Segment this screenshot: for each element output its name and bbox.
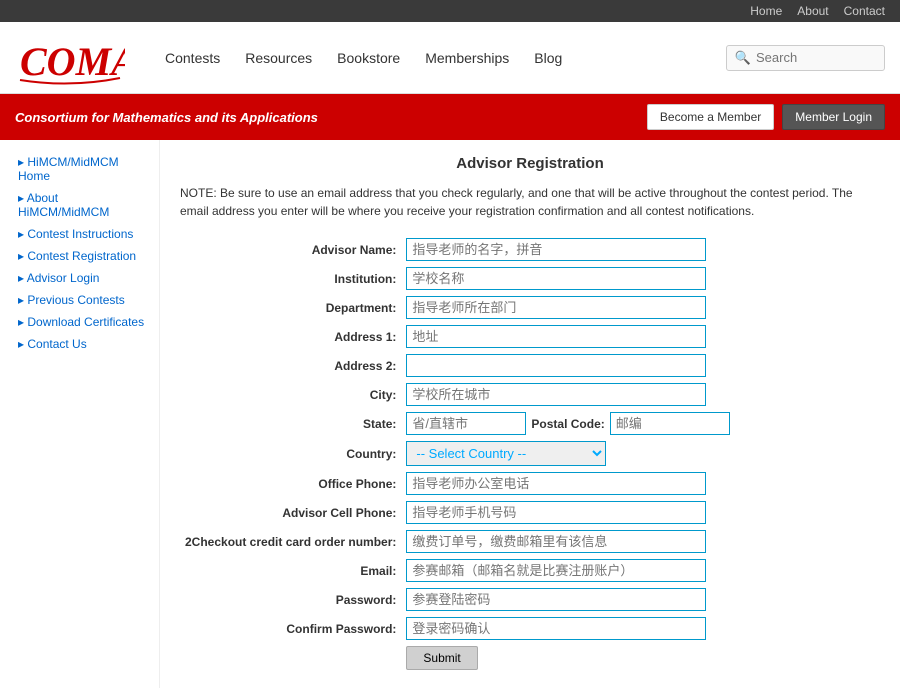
input-state[interactable] <box>406 412 526 435</box>
field-row-confirm-password: Confirm Password: <box>180 614 880 643</box>
cell-address2 <box>401 351 880 380</box>
label-advisor-name: Advisor Name: <box>180 235 401 264</box>
label-city: City: <box>180 380 401 409</box>
label-country: Country: <box>180 438 401 469</box>
sidebar-item-contest-registration[interactable]: Contest Registration <box>10 249 149 263</box>
search-box: 🔍 <box>726 45 885 71</box>
label-office-phone: Office Phone: <box>180 469 401 498</box>
nav-links: Contests Resources Bookstore Memberships… <box>165 50 706 66</box>
svg-text:COMAP: COMAP <box>20 39 125 84</box>
field-row-institution: Institution: <box>180 264 880 293</box>
search-input[interactable] <box>756 50 876 65</box>
sidebar-item-advisor-login[interactable]: Advisor Login <box>10 271 149 285</box>
sidebar-item-download-certificates[interactable]: Download Certificates <box>10 315 149 329</box>
cell-email <box>401 556 880 585</box>
cell-advisor-name <box>401 235 880 264</box>
field-row-email: Email: <box>180 556 880 585</box>
field-row-cell-phone: Advisor Cell Phone: <box>180 498 880 527</box>
banner-buttons: Become a Member Member Login <box>647 104 885 130</box>
registration-form: Advisor Name: Institution: Department: <box>180 235 880 673</box>
submit-cell: Submit <box>401 643 880 673</box>
label-department: Department: <box>180 293 401 322</box>
label-address1: Address 1: <box>180 322 401 351</box>
cell-institution <box>401 264 880 293</box>
input-city[interactable] <box>406 383 706 406</box>
comap-logo: COMAP <box>15 30 125 85</box>
cell-country: -- Select Country -- United States China… <box>401 438 880 469</box>
main-nav: COMAP Contests Resources Bookstore Membe… <box>0 22 900 94</box>
main-content: Advisor Registration NOTE: Be sure to us… <box>160 140 900 688</box>
field-row-state-postal: State: Postal Code: <box>180 409 880 438</box>
input-password[interactable] <box>406 588 706 611</box>
logo: COMAP <box>15 30 125 85</box>
sidebar-item-contest-instructions[interactable]: Contest Instructions <box>10 227 149 241</box>
field-row-country: Country: -- Select Country -- United Sta… <box>180 438 880 469</box>
cell-department <box>401 293 880 322</box>
cell-city <box>401 380 880 409</box>
field-row-address2: Address 2: <box>180 351 880 380</box>
input-address1[interactable] <box>406 325 706 348</box>
search-icon: 🔍 <box>735 50 751 66</box>
sidebar-item-about-himcm[interactable]: About HiMCM/MidMCM <box>10 191 149 219</box>
submit-label-spacer <box>180 643 401 673</box>
input-cell-phone[interactable] <box>406 501 706 524</box>
field-row-address1: Address 1: <box>180 322 880 351</box>
label-address2: Address 2: <box>180 351 401 380</box>
select-country[interactable]: -- Select Country -- United States China… <box>406 441 606 466</box>
input-department[interactable] <box>406 296 706 319</box>
label-checkout: 2Checkout credit card order number: <box>180 527 401 556</box>
nav-resources[interactable]: Resources <box>245 50 312 66</box>
input-office-phone[interactable] <box>406 472 706 495</box>
label-postal-code: Postal Code: <box>531 417 604 431</box>
label-confirm-password: Confirm Password: <box>180 614 401 643</box>
field-row-city: City: <box>180 380 880 409</box>
submit-row: Submit <box>180 643 880 673</box>
member-login-button[interactable]: Member Login <box>782 104 885 130</box>
nav-blog[interactable]: Blog <box>534 50 562 66</box>
input-checkout[interactable] <box>406 530 706 553</box>
input-postal-code[interactable] <box>610 412 730 435</box>
input-address2[interactable] <box>406 354 706 377</box>
cell-office-phone <box>401 469 880 498</box>
nav-memberships[interactable]: Memberships <box>425 50 509 66</box>
top-bar: Home About Contact <box>0 0 900 22</box>
label-institution: Institution: <box>180 264 401 293</box>
field-row-office-phone: Office Phone: <box>180 469 880 498</box>
cell-checkout <box>401 527 880 556</box>
content-area: HiMCM/MidMCM Home About HiMCM/MidMCM Con… <box>0 140 900 688</box>
input-advisor-name[interactable] <box>406 238 706 261</box>
top-nav-home[interactable]: Home <box>750 4 782 18</box>
sidebar-item-previous-contests[interactable]: Previous Contests <box>10 293 149 307</box>
submit-button[interactable]: Submit <box>406 646 477 670</box>
field-row-password: Password: <box>180 585 880 614</box>
top-nav-contact[interactable]: Contact <box>844 4 885 18</box>
become-member-button[interactable]: Become a Member <box>647 104 774 130</box>
sidebar-item-himcm-home[interactable]: HiMCM/MidMCM Home <box>10 155 149 183</box>
cell-confirm-password <box>401 614 880 643</box>
cell-state-postal: Postal Code: <box>401 409 880 438</box>
label-email: Email: <box>180 556 401 585</box>
top-nav-about[interactable]: About <box>797 4 828 18</box>
input-institution[interactable] <box>406 267 706 290</box>
nav-bookstore[interactable]: Bookstore <box>337 50 400 66</box>
field-row-department: Department: <box>180 293 880 322</box>
page-title: Advisor Registration <box>180 155 880 172</box>
nav-contests[interactable]: Contests <box>165 50 220 66</box>
input-confirm-password[interactable] <box>406 617 706 640</box>
label-password: Password: <box>180 585 401 614</box>
red-banner: Consortium for Mathematics and its Appli… <box>0 94 900 140</box>
label-cell-phone: Advisor Cell Phone: <box>180 498 401 527</box>
cell-password <box>401 585 880 614</box>
banner-tagline: Consortium for Mathematics and its Appli… <box>15 110 318 125</box>
sidebar-item-contact-us[interactable]: Contact Us <box>10 337 149 351</box>
sidebar: HiMCM/MidMCM Home About HiMCM/MidMCM Con… <box>0 140 160 688</box>
label-state: State: <box>180 409 401 438</box>
cell-cell-phone <box>401 498 880 527</box>
notice-text: NOTE: Be sure to use an email address th… <box>180 184 880 220</box>
field-row-advisor-name: Advisor Name: <box>180 235 880 264</box>
field-row-checkout: 2Checkout credit card order number: <box>180 527 880 556</box>
cell-address1 <box>401 322 880 351</box>
